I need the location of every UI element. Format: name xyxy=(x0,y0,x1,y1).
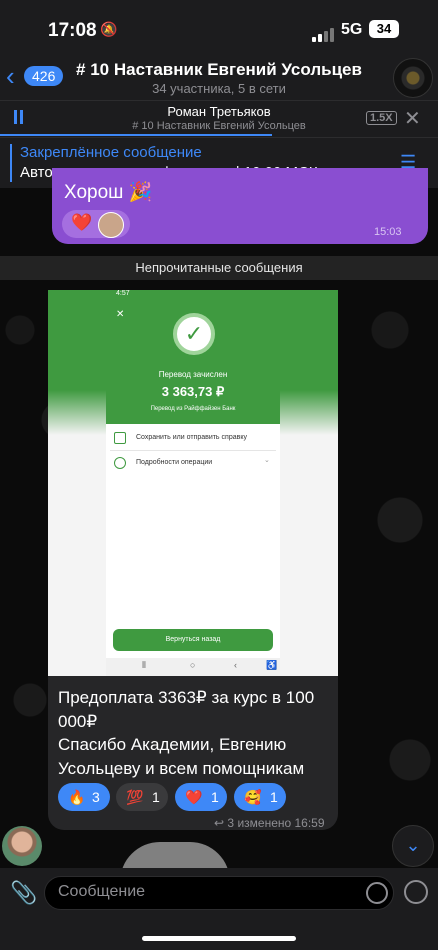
reaction-count: 3 xyxy=(92,789,100,805)
hundred-icon: 💯 xyxy=(126,789,144,805)
reaction-heart-button[interactable]: ❤️ xyxy=(62,210,130,238)
player-progress xyxy=(0,134,272,136)
pinned-label: Закреплённое сообщение xyxy=(20,144,202,161)
chat-title[interactable]: # 10 Наставник Евгений Усольцев xyxy=(0,60,438,80)
info-icon xyxy=(114,457,126,469)
previous-message-time: 15:03 xyxy=(374,226,402,238)
attach-paperclip-icon[interactable]: 📎 xyxy=(10,880,37,906)
pinned-indicator xyxy=(10,144,12,182)
chevron-down-icon: ⌄ xyxy=(405,835,421,855)
screenshot-bg-left xyxy=(48,290,106,676)
record-icon[interactable] xyxy=(404,880,428,904)
cellular-signal-icon xyxy=(312,24,336,42)
success-check-icon: ✓ xyxy=(173,313,215,355)
caption-line-2: Спасибо Академии, Евгению Усольцеву и вс… xyxy=(58,735,305,778)
reaction-count: 1 xyxy=(211,789,219,805)
caption-line-1: Предоплата 3363₽ за курс в 100 000₽ xyxy=(58,688,315,731)
reaction-love-button[interactable]: 🥰 1 xyxy=(234,783,286,811)
reaction-heart-button[interactable]: ❤️ 1 xyxy=(175,783,227,811)
clock: 17:08 xyxy=(48,20,97,41)
reply-count: 3 xyxy=(227,816,235,830)
document-icon xyxy=(114,432,126,444)
bank-close-icon: ✕ xyxy=(116,309,125,320)
reaction-100-button[interactable]: 💯 1 xyxy=(116,783,168,811)
save-receipt-row: Сохранить или отправить справку xyxy=(136,434,247,441)
sender-avatar[interactable] xyxy=(2,826,42,866)
return-button: Вернуться назад xyxy=(113,629,273,651)
battery-icon: 34 xyxy=(369,20,399,38)
mute-bell-icon: 🔕 xyxy=(100,21,118,37)
previous-message-text: Хорош 🎉 xyxy=(64,182,153,203)
fire-icon: 🔥 xyxy=(68,789,86,805)
phone-status-bar: 4:57 xyxy=(106,290,280,304)
close-player-icon[interactable]: ✕ xyxy=(404,106,421,131)
edited-time: изменено 16:59 xyxy=(237,816,325,830)
reaction-fire-button[interactable]: 🔥 3 xyxy=(58,783,110,811)
scroll-down-button[interactable]: ⌄ xyxy=(392,825,434,867)
sticker-icon[interactable] xyxy=(366,882,388,904)
reaction-count: 1 xyxy=(270,789,278,805)
smiling-hearts-icon: 🥰 xyxy=(244,789,262,805)
heart-icon: ❤️ xyxy=(71,213,93,232)
chat-subtitle: 34 участника, 5 в сети xyxy=(152,81,286,96)
playback-speed-button[interactable]: 1.5X xyxy=(366,111,397,125)
message-caption: Предоплата 3363₽ за курс в 100 000₽ Спас… xyxy=(58,686,338,780)
details-row: Подробности операции xyxy=(136,459,213,466)
message-meta[interactable]: ↩ 3 изменено 16:59 xyxy=(214,816,325,830)
transfer-amount: 3 363,73 ₽ xyxy=(161,384,225,399)
heart-icon: ❤️ xyxy=(185,789,203,805)
reaction-count: 1 xyxy=(152,789,160,805)
row-divider xyxy=(110,450,276,451)
chevron-down-icon: ⌄ xyxy=(264,457,270,464)
phone-clock: 4:57 xyxy=(116,290,130,297)
phone-nav-bar: ⦀ ○ ‹ ♿ xyxy=(106,658,280,676)
home-indicator xyxy=(142,936,296,941)
unread-divider: Непрочитанные сообщения xyxy=(0,256,438,280)
group-avatar[interactable] xyxy=(393,58,433,98)
screenshot-bg-right xyxy=(280,290,338,676)
reactor-avatar xyxy=(98,212,124,238)
transfer-title: Перевод зачислен xyxy=(158,370,228,379)
network-type: 5G xyxy=(341,21,363,38)
message-placeholder[interactable]: Сообщение xyxy=(58,883,145,901)
transfer-source: Перевод из Райффайзен Банк xyxy=(150,406,236,412)
reply-arrow-icon: ↩ xyxy=(214,816,225,830)
